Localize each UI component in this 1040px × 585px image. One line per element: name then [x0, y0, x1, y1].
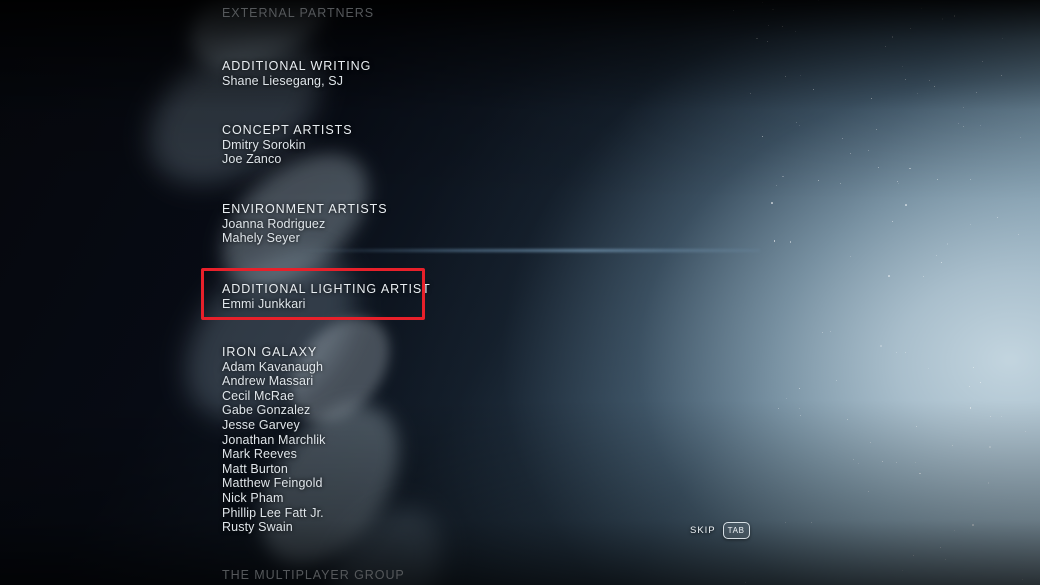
- credits-section: EXTERNAL PARTNERS: [222, 6, 374, 21]
- credits-name: Mahely Seyer: [222, 231, 300, 246]
- credits-name: Dmitry Sorokin: [222, 137, 306, 152]
- credits-name: Jesse Garvey: [222, 417, 300, 432]
- credits-heading: IRON GALAXY: [222, 345, 318, 359]
- credits-name: Matt Burton: [222, 461, 288, 476]
- credits-heading: ENVIRONMENT ARTISTS: [222, 202, 388, 216]
- credits-name: Nick Pham: [222, 490, 284, 505]
- skip-prompt[interactable]: SKIP TAB: [690, 522, 750, 539]
- credits-section: IRON GALAXY Adam Kavanaugh Andrew Massari C…: [222, 345, 325, 535]
- credits-screen: EXTERNAL PARTNERS ADDITIONAL WRITING Shane…: [0, 0, 1040, 585]
- credits-name: Joanna Rodriguez: [222, 216, 326, 231]
- credits-name: Mark Reeves: [222, 447, 297, 462]
- credits-heading: THE MULTIPLAYER GROUP: [222, 568, 405, 582]
- credits-name: Emmi Junkkari: [222, 296, 306, 311]
- credits-name: Rusty Swain: [222, 520, 293, 535]
- credits-heading: ADDITIONAL WRITING: [222, 59, 372, 73]
- credits-section: ADDITIONAL LIGHTING ARTIST Emmi Junkkari: [222, 282, 431, 311]
- credits-name: Jonathan Marchlik: [222, 432, 326, 447]
- credits-name: Andrew Massari: [222, 374, 314, 389]
- skip-label: SKIP: [690, 525, 716, 536]
- credits-name: Phillip Lee Fatt Jr.: [222, 505, 324, 520]
- credits-name: Gabe Gonzalez: [222, 403, 311, 418]
- screen-vignette: [0, 0, 1040, 585]
- credits-heading: CONCEPT ARTISTS: [222, 123, 353, 137]
- credits-heading: ADDITIONAL LIGHTING ARTIST: [222, 282, 431, 296]
- credits-name: Adam Kavanaugh: [222, 359, 324, 374]
- credits-roll: EXTERNAL PARTNERS ADDITIONAL WRITING Shane…: [222, 0, 512, 585]
- credits-heading: EXTERNAL PARTNERS: [222, 6, 375, 20]
- credits-name: Cecil McRae: [222, 388, 295, 403]
- credits-name: Joe Zanco: [222, 152, 282, 167]
- credits-section: ADDITIONAL WRITING Shane Liesegang, SJ: [222, 59, 371, 88]
- credits-section: THE MULTIPLAYER GROUP: [222, 568, 405, 583]
- credits-section: ENVIRONMENT ARTISTS Joanna Rodriguez Mahel…: [222, 202, 388, 246]
- tab-key-icon[interactable]: TAB: [722, 522, 750, 539]
- tab-key-label: TAB: [727, 525, 745, 535]
- credits-name: Shane Liesegang, SJ: [222, 73, 344, 88]
- credits-name: Matthew Feingold: [222, 476, 323, 491]
- credits-section: CONCEPT ARTISTS Dmitry Sorokin Joe Zanco: [222, 123, 352, 167]
